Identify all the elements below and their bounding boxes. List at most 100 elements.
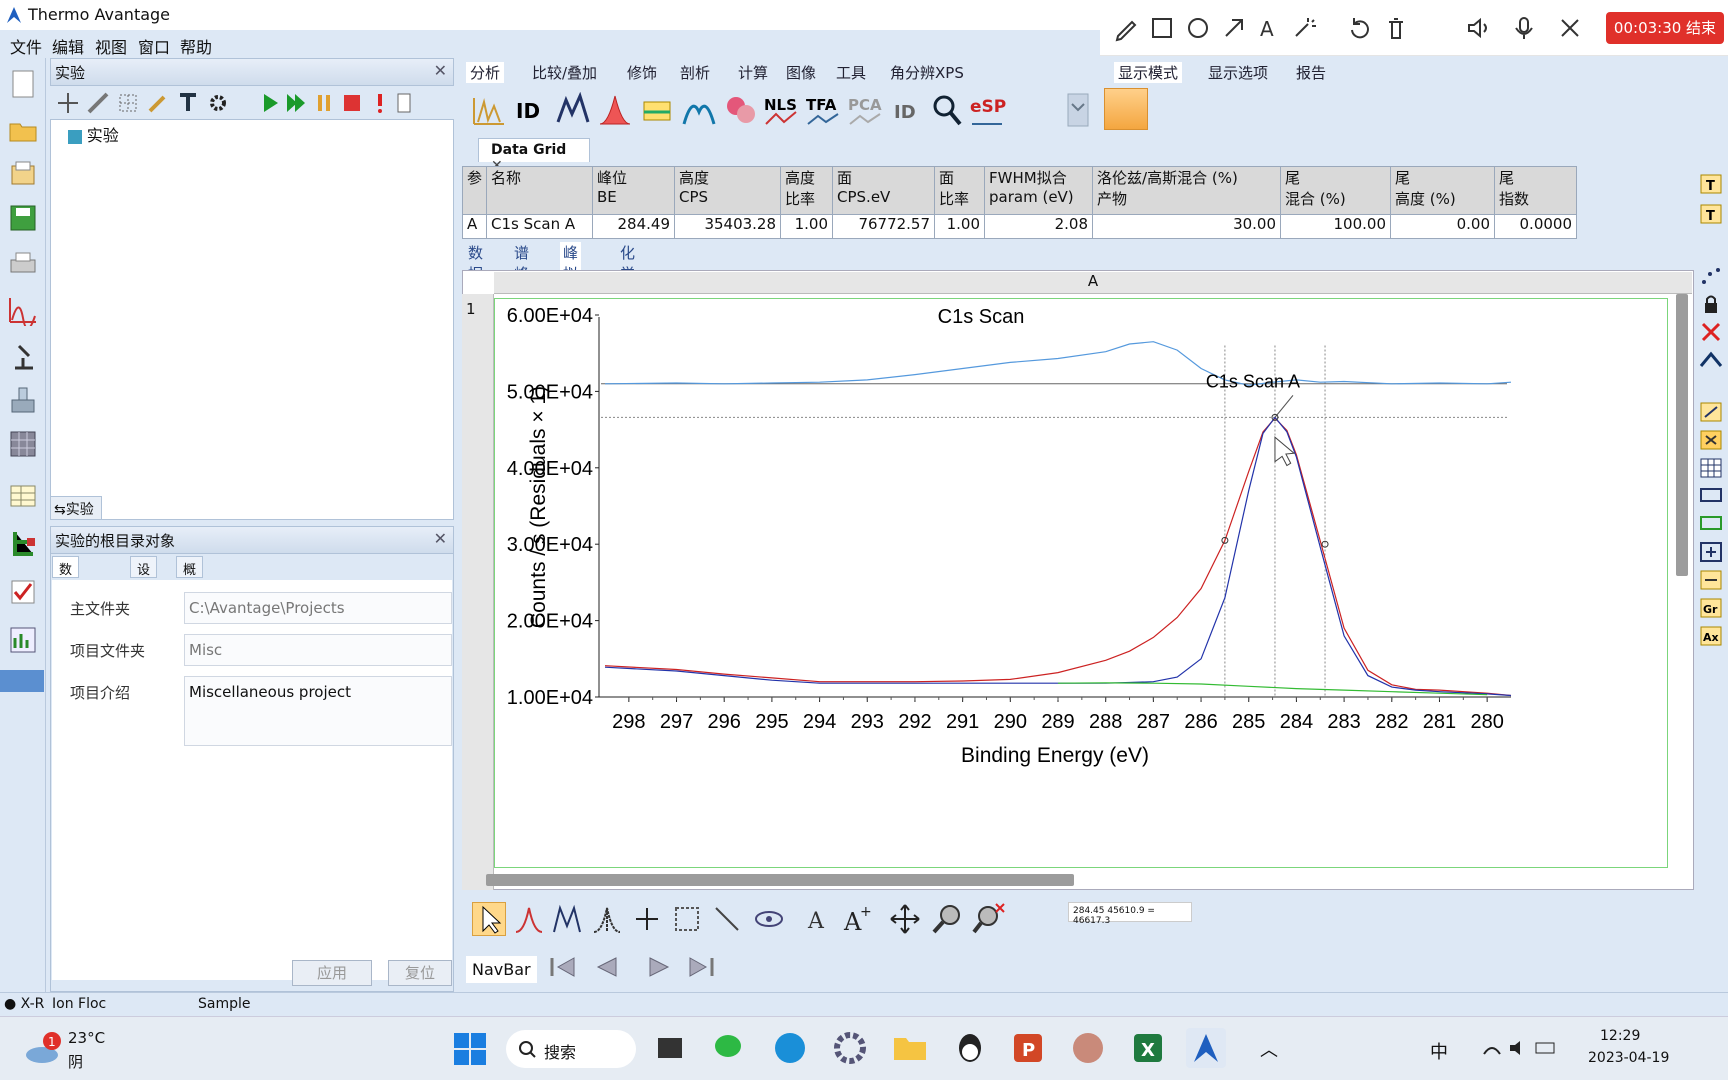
element-id-icon[interactable]: ID: [512, 92, 550, 128]
magic-wand-icon[interactable]: [1290, 14, 1318, 42]
probe-icon[interactable]: [176, 91, 200, 115]
tab-calculate[interactable]: 计算: [738, 62, 768, 83]
pencil-icon[interactable]: [146, 91, 170, 115]
crosshair-icon[interactable]: [630, 902, 664, 936]
table-icon[interactable]: [7, 480, 39, 512]
remove-item-icon[interactable]: [1698, 320, 1724, 344]
grid-view-icon[interactable]: [1698, 456, 1724, 480]
nav-prev-icon[interactable]: [592, 954, 622, 980]
select-pointer-icon[interactable]: [472, 902, 506, 936]
nav-first-icon[interactable]: [548, 954, 578, 980]
magnifier-icon[interactable]: [928, 92, 966, 128]
experiment-tree-root[interactable]: 实验: [68, 122, 119, 146]
tab-image[interactable]: 图像: [786, 62, 816, 83]
checklist-icon[interactable]: [7, 576, 39, 608]
tab-summary[interactable]: 概述: [176, 556, 204, 597]
wechat-icon[interactable]: [710, 1028, 750, 1068]
excel-icon[interactable]: X: [1128, 1028, 1168, 1068]
tab-compare-overlay[interactable]: 比较/叠加: [532, 62, 597, 83]
file-explorer-icon[interactable]: [890, 1028, 930, 1068]
ime-indicator[interactable]: 中: [1430, 1038, 1448, 1064]
cell-ref[interactable]: A: [461, 214, 488, 239]
experiment-tab[interactable]: ⇆实验: [50, 496, 102, 520]
menu-help[interactable]: 帮助: [180, 34, 212, 58]
tray-expand-icon[interactable]: ︿: [1260, 1036, 1278, 1062]
report-icon[interactable]: [7, 624, 39, 656]
import-icon[interactable]: [7, 158, 39, 190]
rectangle-icon[interactable]: [1148, 14, 1176, 42]
esp-icon[interactable]: eSP: [968, 92, 1006, 128]
nav-next-icon[interactable]: [644, 954, 674, 980]
peak-id-icon[interactable]: [470, 92, 508, 128]
project-folder-field[interactable]: Misc: [184, 634, 452, 666]
tfa-icon[interactable]: TFA: [804, 92, 842, 128]
tab-display-options[interactable]: 显示选项: [1208, 62, 1268, 83]
close-recorder-icon[interactable]: [1556, 14, 1584, 42]
undo-icon[interactable]: [1346, 14, 1374, 42]
spectrum-chart-svg[interactable]: C1s Scan1.00E+042.00E+043.00E+044.00E+04…: [495, 299, 1667, 867]
spectrum-icon[interactable]: [7, 294, 39, 326]
tab-settings[interactable]: 设置: [130, 556, 158, 597]
graph-label-icon[interactable]: Gr: [1698, 596, 1724, 620]
cell-height[interactable]: 35403.28: [674, 214, 782, 239]
peak-fit-icon[interactable]: [596, 92, 634, 128]
text-box-icon[interactable]: T: [1698, 172, 1724, 196]
apply-button[interactable]: 应用: [292, 960, 372, 986]
grid-points-icon[interactable]: [116, 91, 140, 115]
tab-display-mode[interactable]: 显示模式: [1114, 62, 1183, 83]
speaker-icon[interactable]: [1464, 14, 1492, 42]
arrow-icon[interactable]: [1220, 14, 1248, 42]
settings-icon[interactable]: [830, 1028, 870, 1068]
nls-icon[interactable]: NLS: [762, 92, 800, 128]
frame-icon[interactable]: [1698, 484, 1724, 508]
cell-tail-mix[interactable]: 100.00: [1280, 214, 1392, 239]
cell-fwhm[interactable]: 2.08: [984, 214, 1094, 239]
recording-timer-stop-button[interactable]: 00:03:30 结束: [1606, 12, 1724, 44]
zoom-reset-icon[interactable]: [972, 902, 1006, 936]
trash-icon[interactable]: [1382, 14, 1410, 42]
align-icon[interactable]: [1698, 568, 1724, 592]
windows-start-icon[interactable]: [450, 1029, 490, 1069]
instrument-icon[interactable]: [7, 384, 39, 416]
text-add-icon[interactable]: A +: [840, 902, 874, 936]
sparkle-icon[interactable]: [56, 91, 80, 115]
marquee-icon[interactable]: [670, 902, 704, 936]
text-annotation-icon[interactable]: A: [800, 902, 834, 936]
weather-icon[interactable]: 1: [22, 1031, 62, 1067]
pause-icon[interactable]: [312, 91, 336, 115]
edge-icon[interactable]: [770, 1028, 810, 1068]
mixture-icon[interactable]: [722, 92, 760, 128]
zoom-in-icon[interactable]: [930, 902, 964, 936]
microscope-icon[interactable]: [7, 340, 39, 372]
tab-tools[interactable]: 工具: [836, 62, 866, 83]
title-box-icon[interactable]: T: [1698, 202, 1724, 226]
deconvolve-icon[interactable]: [680, 92, 718, 128]
ruler-icon[interactable]: [86, 91, 110, 115]
eye-icon[interactable]: [752, 902, 786, 936]
ribbon-scroll-icon[interactable]: [1066, 92, 1090, 128]
tree-expand-icon[interactable]: [1698, 348, 1724, 372]
print-icon[interactable]: [7, 248, 39, 280]
scatter-plot-icon[interactable]: [1698, 264, 1724, 288]
reset-button[interactable]: 复位: [388, 960, 452, 986]
pen-icon[interactable]: [1112, 14, 1140, 42]
pan-move-icon[interactable]: [888, 902, 922, 936]
open-folder-icon[interactable]: [7, 114, 39, 146]
close-icon[interactable]: ✕: [434, 529, 447, 548]
grid-map-icon[interactable]: [7, 428, 39, 460]
new-file-icon[interactable]: [7, 68, 39, 100]
menu-window[interactable]: 窗口: [138, 34, 170, 58]
data-grid-tab[interactable]: Data Grid ✕: [478, 138, 590, 174]
nav-last-icon[interactable]: [686, 954, 716, 980]
text-tool-icon[interactable]: A: [1254, 14, 1282, 42]
alert-icon[interactable]: [368, 91, 392, 115]
menu-file[interactable]: 文件: [10, 34, 42, 58]
smooth-icon[interactable]: [554, 92, 592, 128]
cell-lg-mix[interactable]: 30.00: [1092, 214, 1282, 239]
table-row[interactable]: A C1s Scan A 284.49 35403.28 1.00 76772.…: [461, 214, 1578, 239]
line-tool-icon[interactable]: [710, 902, 744, 936]
tab-arxps[interactable]: 角分辨XPS: [890, 62, 964, 83]
play-all-icon[interactable]: [284, 91, 308, 115]
resize-icon[interactable]: [1698, 400, 1724, 424]
lock-icon[interactable]: [1698, 292, 1724, 316]
